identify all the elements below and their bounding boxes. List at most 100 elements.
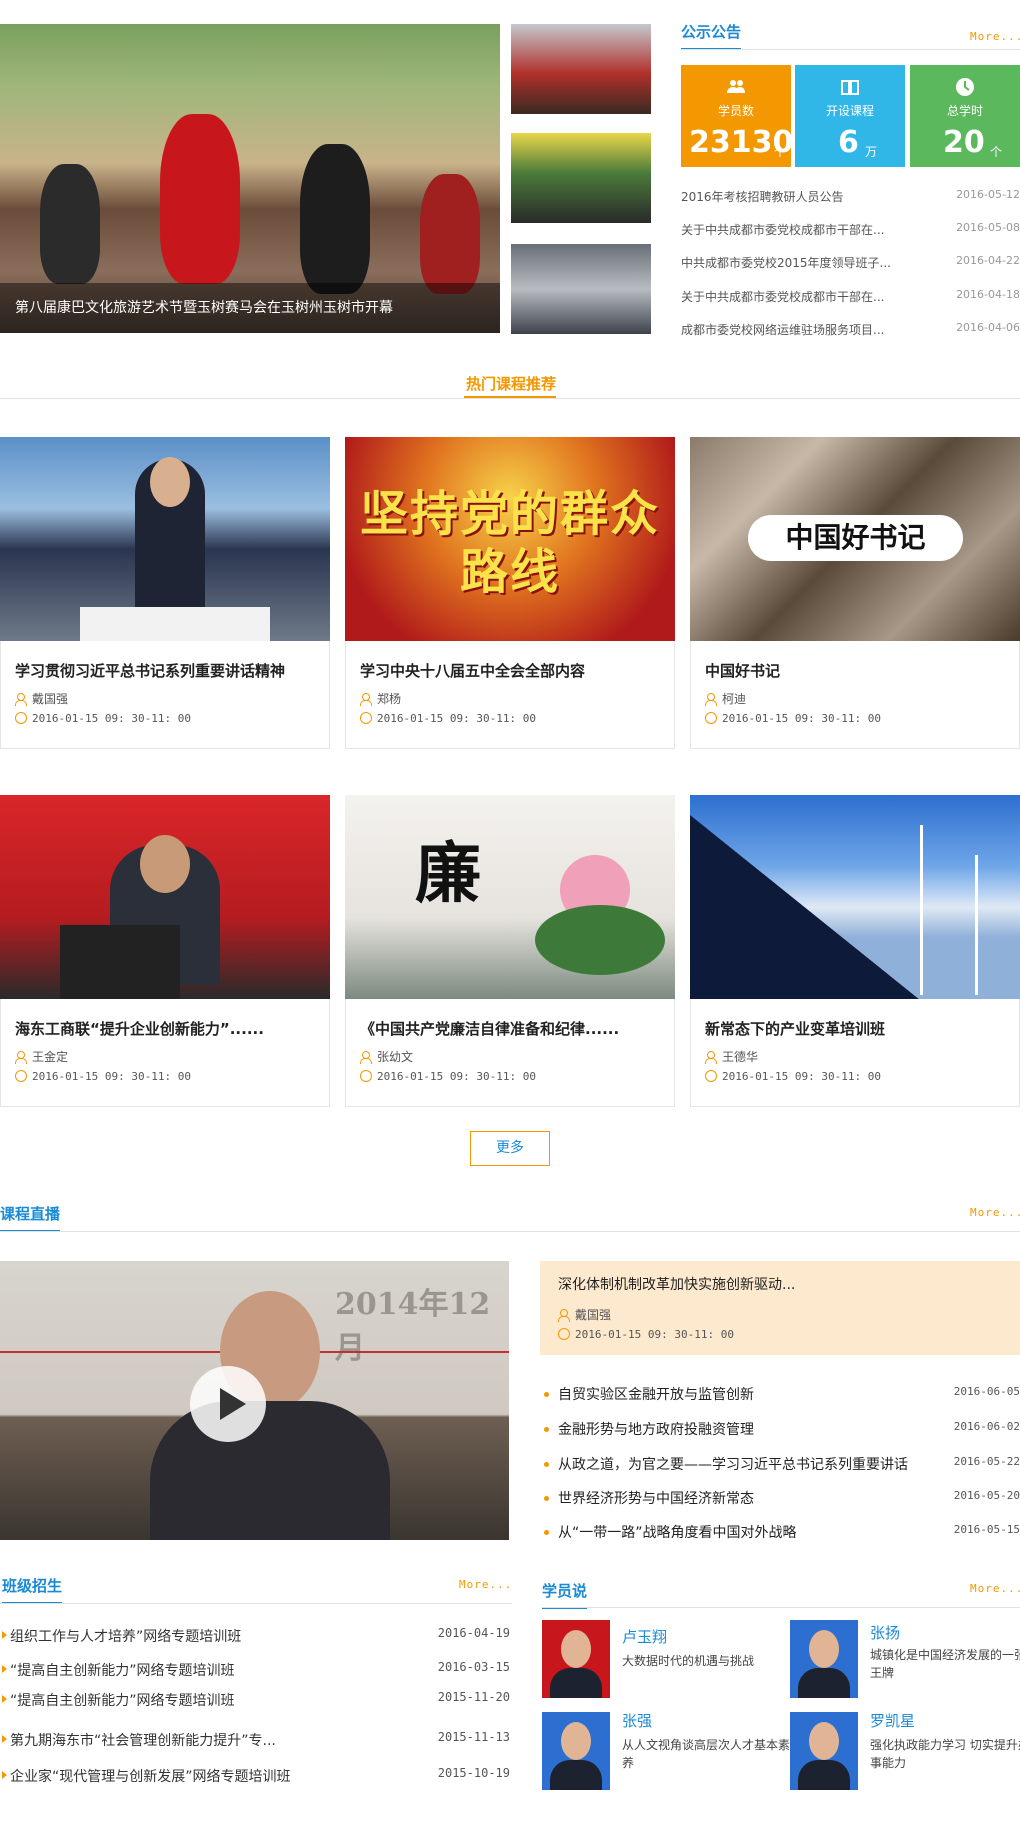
student-card[interactable]: 卢玉翔 大数据时代的机遇与挑战 (542, 1620, 782, 1700)
more-courses-button[interactable]: 更多 (470, 1131, 550, 1166)
course-image[interactable] (690, 795, 1020, 999)
live-item-title[interactable]: 自贸实验区金融开放与监管创新 (558, 1384, 754, 1404)
course-card[interactable]: 海东工商联“提升企业创新能力”...... 王金定 2016-01-15 09:… (0, 795, 330, 1107)
course-card[interactable]: 学习贯彻习近平总书记系列重要讲话精神 戴国强 2016-01-15 09: 30… (0, 437, 330, 749)
class-item[interactable]: 第九期海东市“社会管理创新能力提升”专... 2015-11-13 (0, 1730, 510, 1750)
student-name[interactable]: 张扬 (870, 1622, 900, 1643)
class-item[interactable]: “提高自主创新能力”网络专题培训班 2015-11-20 (0, 1690, 510, 1710)
live-featured[interactable]: 深化体制机制改革加快实施创新驱动... 戴国强 2016-01-15 09: 3… (540, 1261, 1020, 1355)
divider (681, 49, 1020, 50)
student-name[interactable]: 张强 (622, 1710, 652, 1731)
live-item-title[interactable]: 从政之道，为官之要——学习习近平总书记系列重要讲话 (558, 1454, 908, 1474)
student-name[interactable]: 卢玉翔 (622, 1626, 667, 1647)
course-title[interactable]: 《中国共产党廉洁自律准备和纪律...... (360, 1018, 619, 1039)
divider (0, 1603, 512, 1604)
live-item[interactable]: 从“一带一路”战略角度看中国对外战略 2016-05-15 (542, 1522, 1020, 1542)
live-item-title[interactable]: 金融形势与地方政府投融资管理 (558, 1419, 754, 1439)
student-card[interactable]: 张扬 城镇化是中国经济发展的一张王牌 (790, 1620, 1020, 1700)
hot-courses-title: 热门课程推荐 (466, 375, 557, 393)
notice-item[interactable]: 2016年考核招聘教研人员公告 2016-05-12 (681, 188, 1020, 208)
notice-item-title[interactable]: 2016年考核招聘教研人员公告 (681, 188, 911, 205)
student-card[interactable]: 张强 从人文视角谈高层次人才基本素养 (542, 1710, 790, 1792)
course-title[interactable]: 新常态下的产业变革培训班 (705, 1018, 885, 1039)
class-item[interactable]: 企业家“现代管理与创新发展”网络专题培训班 2015-10-19 (0, 1766, 510, 1786)
stat-hours: 总学时 20 个 (910, 65, 1020, 167)
featured-title[interactable]: 深化体制机制改革加快实施创新驱动... (558, 1274, 795, 1294)
course-card[interactable]: 坚持党的群众路线 学习中央十八届五中全会全部内容 郑杨 2016-01-15 0… (345, 437, 675, 749)
student-photo[interactable] (790, 1620, 858, 1698)
class-item[interactable]: “提高自主创新能力”网络专题培训班 2016-03-15 (0, 1660, 510, 1680)
person-icon (15, 1051, 27, 1064)
class-item-title[interactable]: 第九期海东市“社会管理创新能力提升”专... (10, 1730, 276, 1750)
class-item-title[interactable]: “提高自主创新能力”网络专题培训班 (10, 1660, 235, 1680)
time-text: 2016-01-15 09: 30-11: 00 (722, 712, 881, 725)
featured-time: 2016-01-15 09: 30-11: 00 (558, 1328, 734, 1341)
stat-label: 总学时 (946, 104, 983, 118)
course-title[interactable]: 海东工商联“提升企业创新能力”...... (15, 1018, 264, 1039)
student-photo[interactable] (542, 1712, 610, 1790)
class-item-date: 2015-10-19 (437, 1766, 510, 1780)
student-quote: 强化执政能力学习 切实提升办事能力 (870, 1738, 1020, 1770)
notice-item-title[interactable]: 中共成都市委党校2015年度领导班子... (681, 254, 911, 271)
time-text: 2016-01-15 09: 30-11: 00 (575, 1328, 734, 1341)
course-title[interactable]: 中国好书记 (705, 660, 780, 681)
classes-more-link[interactable]: More... (459, 1578, 512, 1591)
course-card[interactable]: 中国好书记 中国好书记 柯迪 2016-01-15 09: 30-11: 00 (690, 437, 1020, 749)
course-image[interactable] (0, 795, 330, 999)
student-card[interactable]: 罗凯星 强化执政能力学习 切实提升办事能力 (790, 1712, 1020, 1792)
notice-item-title[interactable]: 成都市委党校网络运维驻场服务项目... (681, 321, 911, 338)
live-video-player[interactable]: 2014年12月 (0, 1261, 509, 1540)
student-photo[interactable] (790, 1712, 858, 1790)
hero-thumbnail-1[interactable] (511, 24, 651, 114)
person-icon (15, 693, 27, 706)
class-item[interactable]: 组织工作与人才培养”网络专题培训班 2016-04-19 (0, 1626, 510, 1646)
course-title[interactable]: 学习贯彻习近平总书记系列重要讲话精神 (15, 660, 285, 681)
hero-caption[interactable]: 第八届康巴文化旅游艺术节暨玉树赛马会在玉树州玉树市开幕 (0, 283, 500, 333)
class-item-title[interactable]: 组织工作与人才培养”网络专题培训班 (10, 1626, 241, 1646)
student-quote: 大数据时代的机遇与挑战 (622, 1654, 755, 1668)
notice-more-link[interactable]: More... (970, 30, 1020, 43)
bullet-dot (544, 1462, 549, 1467)
live-title[interactable]: 课程直播 (0, 1203, 61, 1232)
notice-title[interactable]: 公示公告 (681, 21, 742, 50)
student-name[interactable]: 罗凯星 (870, 1710, 915, 1731)
notice-item[interactable]: 成都市委党校网络运维驻场服务项目... 2016-04-06 (681, 321, 1020, 341)
course-title[interactable]: 学习中央十八届五中全会全部内容 (360, 660, 585, 681)
course-card[interactable]: 廉 《中国共产党廉洁自律准备和纪律...... 张幼文 2016-01-15 0… (345, 795, 675, 1107)
hero-thumbnail-3[interactable] (511, 244, 651, 334)
stat-value: 6 (838, 125, 859, 160)
course-image[interactable]: 廉 (345, 795, 675, 999)
notice-item[interactable]: 关于中共成都市委党校成都市干部在... 2016-05-08 (681, 221, 1020, 241)
live-item-title[interactable]: 世界经济形势与中国经济新常态 (558, 1488, 754, 1508)
play-button[interactable] (190, 1366, 266, 1442)
course-image[interactable]: 中国好书记 (690, 437, 1020, 641)
hero-thumbnail-2[interactable] (511, 133, 651, 223)
clock-icon (15, 1070, 27, 1082)
student-photo[interactable] (542, 1620, 610, 1698)
notice-item-date: 2016-05-08 (956, 221, 1020, 234)
classes-title[interactable]: 班级招生 (2, 1575, 63, 1604)
notice-item[interactable]: 关于中共成都市委党校成都市干部在... 2016-04-18 (681, 288, 1020, 308)
course-image[interactable] (0, 437, 330, 641)
class-item-title[interactable]: 企业家“现代管理与创新发展”网络专题培训班 (10, 1766, 291, 1786)
course-teacher: 戴国强 (15, 690, 68, 707)
notice-item[interactable]: 中共成都市委党校2015年度领导班子... 2016-04-22 (681, 254, 1020, 274)
teacher-name: 王德华 (722, 1050, 759, 1064)
notice-item-title[interactable]: 关于中共成都市委党校成都市干部在... (681, 221, 911, 238)
live-item[interactable]: 从政之道，为官之要——学习习近平总书记系列重要讲话 2016-05-22 (542, 1454, 1020, 1474)
stat-value: 20 (943, 125, 985, 160)
course-card[interactable]: 新常态下的产业变革培训班 王德华 2016-01-15 09: 30-11: 0… (690, 795, 1020, 1107)
live-item-title[interactable]: 从“一带一路”战略角度看中国对外战略 (558, 1522, 797, 1542)
class-item-title[interactable]: “提高自主创新能力”网络专题培训班 (10, 1690, 235, 1710)
course-teacher: 郑杨 (360, 690, 401, 707)
live-item[interactable]: 金融形势与地方政府投融资管理 2016-06-02 (542, 1419, 1020, 1439)
hero-slideshow[interactable]: 第八届康巴文化旅游艺术节暨玉树赛马会在玉树州玉树市开幕 (0, 24, 500, 333)
live-item[interactable]: 世界经济形势与中国经济新常态 2016-05-20 (542, 1488, 1020, 1508)
live-more-link[interactable]: More... (970, 1206, 1020, 1219)
live-item[interactable]: 自贸实验区金融开放与监管创新 2016-06-05 (542, 1384, 1020, 1404)
notice-item-title[interactable]: 关于中共成都市委党校成都市干部在... (681, 288, 911, 305)
students-title[interactable]: 学员说 (542, 1580, 588, 1609)
students-more-link[interactable]: More... (970, 1582, 1020, 1595)
notice-item-date: 2016-05-12 (956, 188, 1020, 201)
course-image[interactable]: 坚持党的群众路线 (345, 437, 675, 641)
